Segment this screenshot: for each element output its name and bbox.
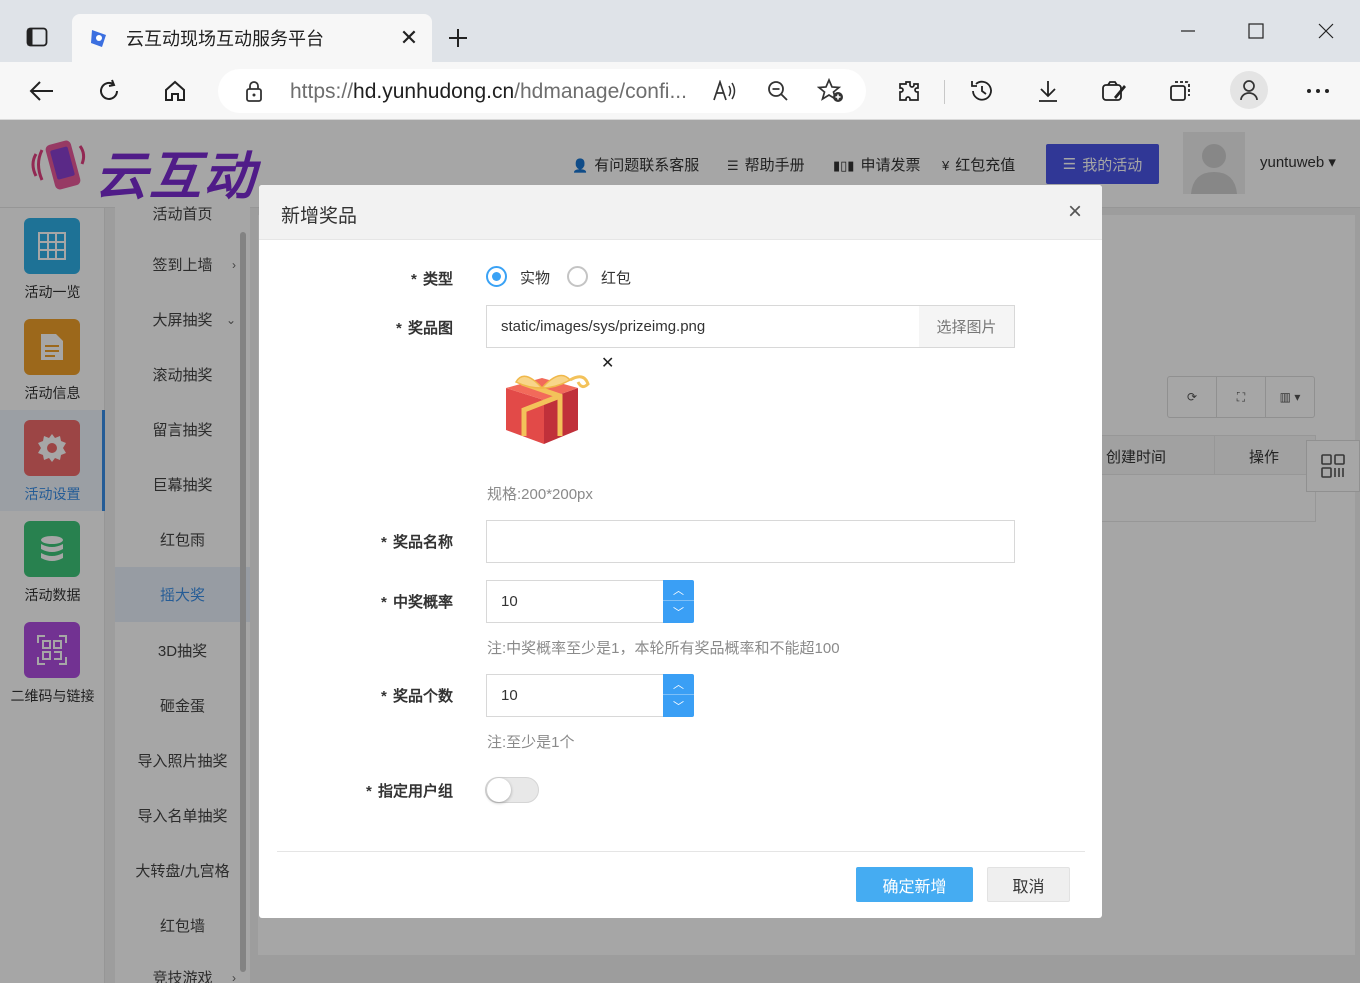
- extensions-icon[interactable]: [889, 71, 929, 111]
- maximize-icon[interactable]: [1236, 14, 1276, 48]
- download-icon[interactable]: [1028, 71, 1068, 111]
- chevron-down-icon[interactable]: ﹀: [663, 695, 694, 716]
- collections-icon[interactable]: [1160, 71, 1200, 111]
- type-option-physical[interactable]: 实物: [520, 267, 550, 288]
- prize-count-input[interactable]: 10: [486, 674, 664, 717]
- chevron-up-icon[interactable]: ︿: [663, 674, 694, 695]
- refresh-icon[interactable]: [89, 71, 129, 111]
- read-aloud-icon[interactable]: [710, 77, 740, 105]
- chevron-up-icon[interactable]: ︿: [663, 580, 694, 601]
- cancel-button[interactable]: 取消: [987, 867, 1070, 902]
- chevron-down-icon[interactable]: ﹀: [663, 601, 694, 622]
- prize-name-input[interactable]: [486, 520, 1015, 563]
- toggle-knob: [487, 778, 511, 802]
- image-path-input[interactable]: static/images/sys/prizeimg.png: [486, 305, 920, 348]
- favorite-add-icon[interactable]: [816, 77, 846, 105]
- new-tab-icon[interactable]: [440, 20, 476, 56]
- lock-icon[interactable]: [244, 79, 264, 108]
- site-favicon-icon: [91, 30, 106, 47]
- probability-stepper[interactable]: ︿ ﹀: [663, 580, 694, 623]
- user-group-toggle[interactable]: [485, 777, 539, 803]
- type-option-redpacket[interactable]: 红包: [601, 267, 631, 288]
- probability-label: * 中奖概率: [380, 594, 453, 611]
- add-prize-dialog: 新增奖品 × * 类型 实物 红包 * 奖品图 static/images/sy…: [259, 185, 1102, 918]
- image-label: * 奖品图: [395, 320, 453, 337]
- image-spec-hint: 规格:200*200px: [487, 486, 593, 503]
- toolbar-divider: [944, 80, 945, 104]
- probability-hint: 注:中奖概率至少是1，本轮所有奖品概率和不能超100: [487, 640, 840, 657]
- back-icon[interactable]: [22, 71, 62, 111]
- close-icon[interactable]: ×: [1062, 198, 1088, 225]
- browser-toolbar: https://hd.yunhudong.cn/hdmanage/confi..…: [0, 62, 1360, 120]
- prize-name-label: * 奖品名称: [380, 534, 453, 551]
- profile-icon[interactable]: [1230, 71, 1268, 109]
- confirm-add-button[interactable]: 确定新增: [856, 867, 973, 902]
- prize-count-label: * 奖品个数: [380, 688, 453, 705]
- probability-input[interactable]: 10: [486, 580, 664, 623]
- zoom-out-icon[interactable]: [763, 77, 793, 105]
- prize-thumbnail: [506, 374, 590, 444]
- tab-title: 云互动现场互动服务平台: [126, 29, 324, 49]
- window-close-icon[interactable]: [1306, 14, 1346, 48]
- user-group-label: * 指定用户组: [365, 783, 453, 800]
- type-radio-physical[interactable]: [486, 266, 507, 287]
- dialog-title: 新增奖品: [281, 206, 358, 227]
- address-bar[interactable]: https://hd.yunhudong.cn/hdmanage/confi..…: [218, 69, 866, 113]
- tab-actions-icon[interactable]: [18, 20, 56, 54]
- more-options-icon[interactable]: [1298, 71, 1338, 111]
- history-icon[interactable]: [962, 71, 1002, 111]
- minimize-icon[interactable]: [1168, 14, 1208, 48]
- dialog-header: 新增奖品 ×: [259, 185, 1102, 240]
- choose-image-button[interactable]: 选择图片: [919, 305, 1015, 348]
- browser-tab[interactable]: 云互动现场互动服务平台 ✕: [72, 14, 432, 62]
- web-capture-icon[interactable]: [1094, 71, 1134, 111]
- prize-count-hint: 注:至少是1个: [487, 734, 575, 751]
- browser-tabstrip: 云互动现场互动服务平台 ✕: [0, 0, 1360, 62]
- type-label: * 类型: [410, 271, 453, 288]
- url-text[interactable]: https://hd.yunhudong.cn/hdmanage/confi..…: [290, 80, 700, 104]
- dialog-footer-divider: [277, 851, 1085, 852]
- remove-image-icon[interactable]: ✕: [601, 353, 614, 373]
- prize-count-stepper[interactable]: ︿ ﹀: [663, 674, 694, 717]
- tab-close-icon[interactable]: ✕: [394, 23, 424, 53]
- home-icon[interactable]: [155, 71, 195, 111]
- type-radio-redpacket[interactable]: [567, 266, 588, 287]
